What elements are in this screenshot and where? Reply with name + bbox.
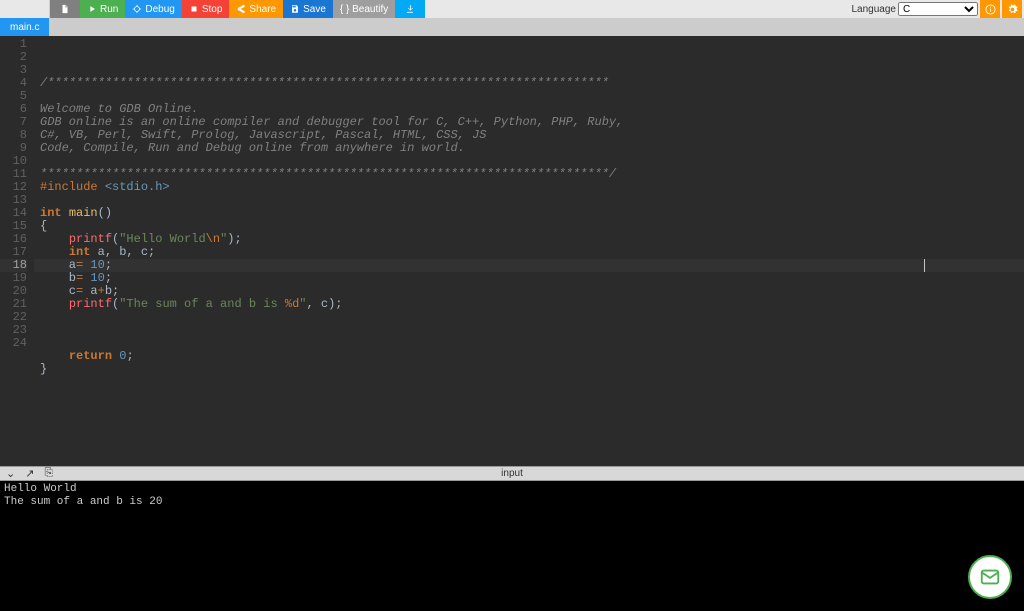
download-icon — [405, 4, 415, 14]
editor-tabs: main.c — [0, 18, 1024, 36]
splitter-controls: ⌄ ↗ ⎘ — [0, 467, 53, 480]
stop-button[interactable]: Stop — [182, 0, 230, 18]
copy-icon[interactable]: ⎘ — [44, 467, 53, 480]
stop-icon — [189, 4, 199, 14]
share-button[interactable]: Share — [229, 0, 283, 18]
run-label: Run — [100, 4, 118, 15]
info-icon — [985, 4, 996, 15]
code-editor[interactable]: 123456789101112131415161718192021222324 … — [0, 36, 1024, 466]
debug-icon — [132, 4, 142, 14]
language-label: Language — [852, 4, 897, 15]
console-output[interactable]: Hello World The sum of a and b is 20 — [0, 481, 1024, 611]
tab-label: main.c — [10, 22, 39, 33]
chat-button[interactable] — [968, 555, 1012, 599]
code-area[interactable]: /***************************************… — [34, 36, 1024, 466]
stop-label: Stop — [202, 4, 223, 15]
mail-icon — [979, 566, 1001, 588]
save-button[interactable]: Save — [283, 0, 333, 18]
language-area: Language C — [850, 0, 1024, 18]
download-button[interactable] — [395, 0, 425, 18]
share-icon — [236, 4, 246, 14]
toolbar: Run Debug Stop Share Save { } Beautify L… — [0, 0, 1024, 18]
gear-icon — [1007, 4, 1018, 15]
language-select[interactable]: C — [898, 2, 978, 16]
toolbar-blank — [0, 0, 50, 18]
console-splitter[interactable]: ⌄ ↗ ⎘ input — [0, 466, 1024, 481]
new-file-button[interactable] — [50, 0, 80, 18]
info-button[interactable] — [980, 0, 1000, 18]
save-label: Save — [303, 4, 326, 15]
tab-main-c[interactable]: main.c — [0, 18, 49, 36]
collapse-down-icon[interactable]: ⌄ — [6, 467, 15, 480]
save-icon — [290, 4, 300, 14]
debug-button[interactable]: Debug — [125, 0, 181, 18]
debug-label: Debug — [145, 4, 174, 15]
beautify-button[interactable]: { } Beautify — [333, 0, 395, 18]
expand-icon[interactable]: ↗ — [25, 467, 34, 480]
line-gutter: 123456789101112131415161718192021222324 — [0, 36, 34, 466]
beautify-label: { } Beautify — [340, 4, 388, 15]
file-icon — [60, 4, 70, 14]
play-icon — [87, 4, 97, 14]
share-label: Share — [249, 4, 276, 15]
console-label: input — [501, 468, 523, 479]
run-button[interactable]: Run — [80, 0, 125, 18]
settings-button[interactable] — [1002, 0, 1022, 18]
